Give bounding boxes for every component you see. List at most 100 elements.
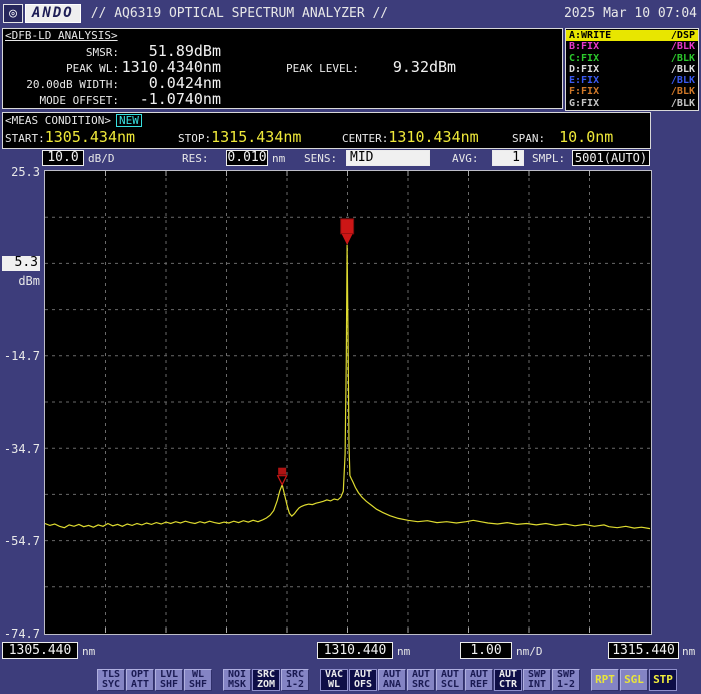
trace-row-a[interactable]: A:WRITE/DSP [566, 30, 698, 41]
softkey-swp-1-2[interactable]: SWP1-2 [552, 669, 580, 691]
trace-mode: /BLK [671, 41, 695, 52]
analysis-row-label: PEAK WL: [3, 62, 119, 75]
analysis-row: SMSR:51.89dBm [3, 42, 221, 58]
trace-status-panel: A:WRITE/DSPB:FIX/BLKC:FIX/BLKD:FIX/BLKE:… [565, 28, 699, 111]
sampling-field[interactable]: 5001(AUTO) [572, 150, 650, 166]
dfb-ld-analysis-panel: <DFB-LD ANALYSIS> SMSR:51.89dBmPEAK WL:1… [2, 28, 563, 109]
trace-row-e[interactable]: E:FIX/BLK [566, 75, 698, 86]
datetime: 2025 Mar 10 07:04 [564, 6, 697, 21]
resolution-unit: nm [272, 152, 285, 165]
meas-field-value: 10.0nm [559, 128, 613, 146]
x-start-unit: nm [82, 645, 95, 658]
softkey-aut-ofs[interactable]: AUTOFS [349, 669, 377, 691]
level-scale-field[interactable]: 10.0 [42, 150, 84, 166]
peak-level-readout: PEAK LEVEL: 9.32dBm [286, 58, 456, 76]
softkey-aut-src[interactable]: AUTSRC [407, 669, 435, 691]
trace-mode: /BLK [671, 75, 695, 86]
softkey-src-1-2[interactable]: SRC1-2 [281, 669, 309, 691]
y-axis-label-5: -74.7 [0, 627, 40, 641]
softkey-aut-scl[interactable]: AUTSCL [436, 669, 464, 691]
spectrum-plot[interactable] [44, 170, 652, 635]
meas-field-start[interactable]: START:1305.434nm [5, 128, 178, 146]
trace-row-d[interactable]: D:FIX/BLK [566, 64, 698, 75]
softkey-label-top: STP [653, 675, 673, 685]
meas-field-center[interactable]: CENTER:1310.434nm [342, 128, 512, 146]
trace-mode: /BLK [671, 86, 695, 97]
analysis-row-label: SMSR: [3, 46, 119, 59]
x-stop-field[interactable]: 1315.440 [608, 642, 679, 659]
meas-condition-heading: <MEAS CONDITION> [5, 114, 111, 127]
x-center-unit: nm [397, 645, 410, 658]
softkey-label-bottom: 1-2 [557, 680, 575, 690]
softkey-tls-syc[interactable]: TLSSYC [97, 669, 125, 691]
softkey-label-bottom: REF [470, 680, 488, 690]
softkey-vac-wl[interactable]: VACWL [320, 669, 348, 691]
softkey-label-bottom: SHF [160, 680, 178, 690]
softkey-wl-shf[interactable]: WLSHF [184, 669, 212, 691]
trace-row-g[interactable]: G:FIX/BLK [566, 98, 698, 109]
softkey-rpt[interactable]: RPT [591, 669, 619, 691]
sampling-label: SMPL: [532, 152, 565, 165]
softkey-stp[interactable]: STP [649, 669, 677, 691]
softkey-opt-att[interactable]: OPTATT [126, 669, 154, 691]
softkey-label-top: RPT [595, 675, 615, 685]
softkey-noi-msk[interactable]: NOIMSK [223, 669, 251, 691]
resolution-label: RES: [182, 152, 209, 165]
dfb-ld-analysis-rows: SMSR:51.89dBmPEAK WL:1310.4340nm20.00dB … [3, 42, 221, 106]
analysis-row-value: -1.0740nm [119, 90, 221, 108]
average-field[interactable]: 1 [492, 150, 524, 166]
dfb-ld-analysis-heading: <DFB-LD ANALYSIS> [5, 29, 118, 42]
trace-row-b[interactable]: B:FIX/BLK [566, 41, 698, 52]
page-title: // AQ6319 OPTICAL SPECTRUM ANALYZER // [91, 6, 388, 21]
y-axis-unit: dBm [0, 274, 40, 288]
softkey-label-bottom: 1-2 [286, 680, 304, 690]
softkey-lvl-shf[interactable]: LVLSHF [155, 669, 183, 691]
resolution-field[interactable]: 0.010 [226, 150, 268, 166]
average-label: AVG: [452, 152, 479, 165]
y-axis-top-label: 25.3 [0, 165, 40, 179]
softkey-label-bottom: CTR [499, 680, 517, 690]
x-center-field[interactable]: 1310.440 [317, 642, 393, 659]
ref-level-field[interactable]: 5.3 [2, 256, 40, 271]
x-scale-unit: nm/D [516, 645, 543, 658]
meas-field-label: STOP: [178, 132, 211, 145]
softkey-label-top: SGL [624, 675, 644, 685]
ando-logo-mark-icon: ◎ [3, 4, 23, 23]
meas-field-span[interactable]: SPAN: 10.0nm [512, 128, 642, 146]
x-scale-field[interactable]: 1.00 [460, 642, 512, 659]
ando-logo: ANDO [25, 4, 81, 23]
softkey-aut-ana[interactable]: AUTANA [378, 669, 406, 691]
meas-field-value: 1315.434nm [211, 128, 301, 146]
softkey-label-bottom: ZOM [257, 680, 275, 690]
trace-row-c[interactable]: C:FIX/BLK [566, 53, 698, 64]
new-badge: NEW [116, 114, 142, 127]
x-stop-unit: nm [682, 645, 695, 658]
sensitivity-field[interactable]: MID [346, 150, 430, 166]
softkey-label-bottom: WL [328, 680, 340, 690]
meas-field-value: 1305.434nm [45, 128, 135, 146]
softkey-aut-ref[interactable]: AUTREF [465, 669, 493, 691]
trace-mode: /BLK [671, 98, 695, 109]
meas-field-stop[interactable]: STOP:1315.434nm [178, 128, 342, 146]
softkey-label-bottom: SHF [189, 680, 207, 690]
softkey-aut-ctr[interactable]: AUTCTR [494, 669, 522, 691]
trace-row-f[interactable]: F:FIX/BLK [566, 86, 698, 97]
softkey-label-bottom: ATT [131, 680, 149, 690]
level-scale-unit: dB/D [88, 152, 115, 165]
trace-name: C:FIX [569, 53, 599, 64]
trace-name: D:FIX [569, 64, 599, 75]
softkey-swp-int[interactable]: SWPINT [523, 669, 551, 691]
softkey-src-zom[interactable]: SRCZOM [252, 669, 280, 691]
trace-name: G:FIX [569, 98, 599, 109]
trace-mode: /BLK [671, 64, 695, 75]
softkey-sgl[interactable]: SGL [620, 669, 648, 691]
y-axis-label-3: -34.7 [0, 442, 40, 456]
y-axis-label-2: -14.7 [0, 349, 40, 363]
spectrum-trace-svg [45, 171, 651, 634]
trace-name: F:FIX [569, 86, 599, 97]
meas-field-label: CENTER: [342, 132, 388, 145]
x-start-field[interactable]: 1305.440 [2, 642, 78, 659]
meas-field-label: SPAN: [512, 132, 545, 145]
softkey-label-bottom: OFS [354, 680, 372, 690]
softkey-label-bottom: SYC [102, 680, 120, 690]
